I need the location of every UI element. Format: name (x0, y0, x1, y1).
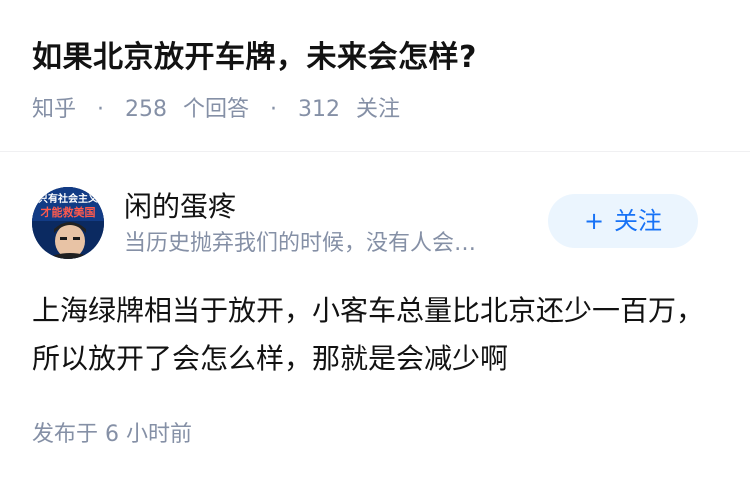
follow-button-label: 关注 (614, 207, 663, 235)
plus-icon: + (583, 207, 605, 235)
avatar-text-2: 才能救美国 (41, 205, 96, 219)
avatar-image: 只有社会主义 才能救美国 (32, 187, 104, 259)
follower-count-label: 关注 (356, 97, 401, 122)
answer-count-label: 个回答 (183, 97, 250, 122)
answer-author: 只有社会主义 才能救美国 闲的蛋疼 当历史抛弃我们的时候，没有人会… + 关注 (0, 152, 750, 267)
page: 如果北京放开车牌，未来会怎样? 知乎 · 258 个回答 · 312 关注 只有… (0, 0, 750, 486)
author-bio: 当历史抛弃我们的时候，没有人会… (124, 231, 477, 256)
question-header: 如果北京放开车牌，未来会怎样? 知乎 · 258 个回答 · 312 关注 (0, 0, 750, 151)
answer-content[interactable]: 上海绿牌相当于放开，小客车总量比北京还少一百万，所以放开了会怎么样，那就是会减少… (32, 287, 722, 383)
publish-time: 发布于 6 小时前 (32, 422, 192, 447)
meta-separator: · (97, 97, 105, 122)
avatar[interactable]: 只有社会主义 才能救美国 (32, 187, 104, 259)
author-name[interactable]: 闲的蛋疼 (124, 188, 236, 226)
question-meta: 知乎 · 258 个回答 · 312 关注 (32, 93, 400, 127)
avatar-text-1: 只有社会主义 (38, 192, 99, 205)
question-title[interactable]: 如果北京放开车牌，未来会怎样? (32, 36, 477, 80)
follower-count: 312 (298, 97, 341, 122)
follow-button[interactable]: + 关注 (548, 194, 698, 248)
source-label[interactable]: 知乎 (32, 93, 76, 127)
meta-separator: · (270, 97, 278, 122)
answer-count: 258 (125, 97, 168, 122)
